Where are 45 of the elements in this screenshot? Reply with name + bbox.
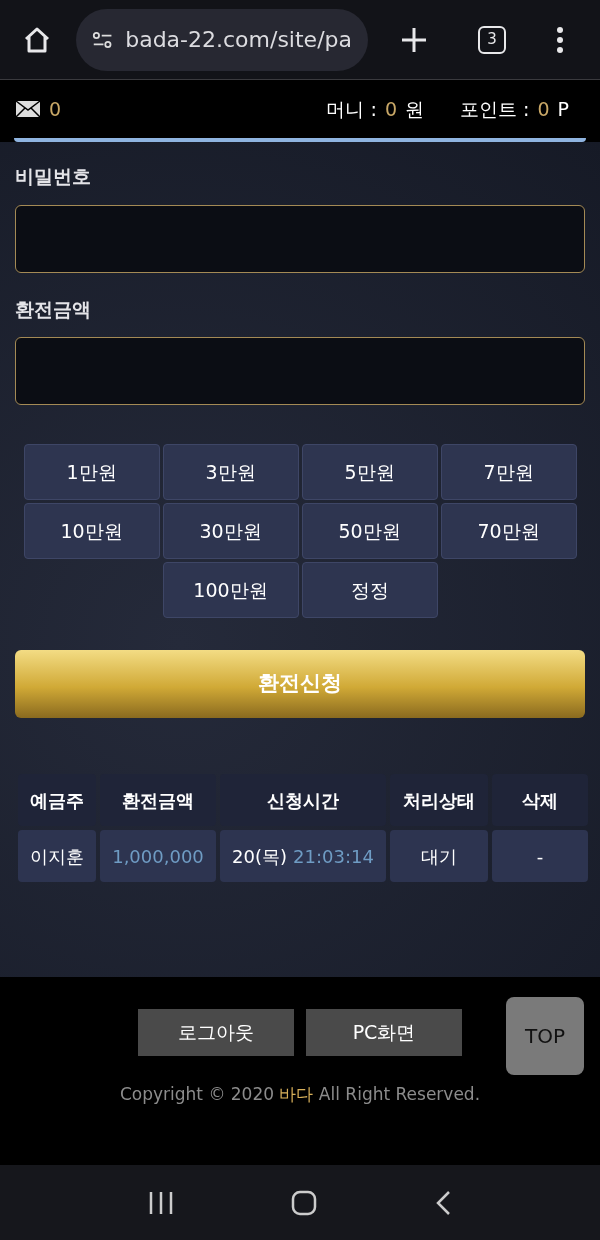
amount-button[interactable]: 70만원 bbox=[440, 503, 577, 559]
address-bar[interactable]: bada-22.com/site/pa bbox=[76, 8, 368, 71]
amount-button[interactable]: 3만원 bbox=[162, 444, 299, 500]
message-count: 0 bbox=[49, 96, 62, 122]
amount-button[interactable]: 1만원 bbox=[23, 444, 160, 500]
amount-label: 환전금액 bbox=[15, 296, 92, 322]
home-button-icon[interactable] bbox=[291, 1189, 317, 1216]
point-label: 포인트 : bbox=[460, 96, 530, 122]
recent-apps-icon[interactable] bbox=[149, 1190, 173, 1215]
column-header: 환전금액 bbox=[100, 774, 216, 826]
amount-button[interactable]: 100만원 bbox=[162, 562, 299, 618]
amount-button[interactable]: 10만원 bbox=[23, 503, 160, 559]
table-cell: 1,000,000 bbox=[100, 830, 216, 882]
table-cell: 20(목) 21:03:14 bbox=[220, 830, 386, 882]
top-button[interactable]: TOP bbox=[506, 997, 584, 1075]
column-header: 처리상태 bbox=[390, 774, 488, 826]
amount-button[interactable]: 7만원 bbox=[440, 444, 577, 500]
tab-count-button[interactable]: 3 bbox=[478, 25, 506, 54]
table-cell: 이지훈 bbox=[18, 830, 96, 882]
column-header: 신청시간 bbox=[220, 774, 386, 826]
table-cell: 대기 bbox=[390, 830, 488, 882]
column-header: 삭제 bbox=[492, 774, 588, 826]
more-icon[interactable] bbox=[556, 25, 564, 54]
amount-button[interactable]: 정정 bbox=[301, 562, 438, 618]
amount-button[interactable]: 30만원 bbox=[162, 503, 299, 559]
site-settings-icon[interactable] bbox=[92, 29, 114, 50]
amount-button[interactable]: 5만원 bbox=[301, 444, 438, 500]
copyright-text: Copyright © 2020 바다 All Right Reserved. bbox=[119, 1083, 481, 1106]
money-unit: 원 bbox=[405, 96, 424, 122]
back-icon[interactable] bbox=[435, 1189, 451, 1216]
password-label: 비밀번호 bbox=[15, 164, 92, 189]
footer-button[interactable]: 로그아웃 bbox=[138, 1009, 294, 1056]
amount-button[interactable]: 50만원 bbox=[301, 503, 438, 559]
amount-field[interactable] bbox=[15, 337, 585, 405]
new-tab-icon[interactable] bbox=[400, 25, 428, 54]
url-text: bada-22.com/site/pa bbox=[125, 26, 352, 54]
table-cell: - bbox=[492, 830, 588, 882]
point-unit: P bbox=[557, 96, 569, 122]
money-label: 머니 : bbox=[326, 96, 377, 122]
footer-button[interactable]: PC화면 bbox=[306, 1009, 462, 1056]
mail-icon[interactable] bbox=[15, 100, 41, 118]
money-value: 0 bbox=[384, 96, 397, 122]
point-value: 0 bbox=[537, 96, 550, 122]
column-header: 예금주 bbox=[18, 774, 96, 826]
password-field[interactable] bbox=[15, 204, 585, 273]
